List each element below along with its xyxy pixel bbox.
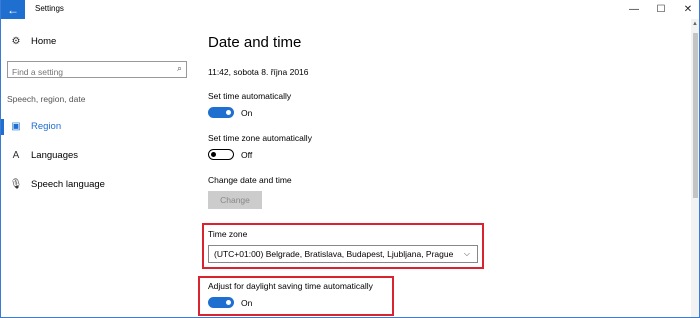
- active-indicator: [1, 119, 4, 135]
- settings-window: ← Settings — ☐ ✕ ⚙ Home ⌕ Speech, region…: [0, 0, 700, 318]
- set-time-auto-toggle-row[interactable]: On: [208, 107, 252, 118]
- time-zone-value: (UTC+01:00) Belgrade, Bratislava, Budape…: [214, 249, 454, 259]
- scroll-up-icon[interactable]: ▲: [692, 21, 698, 27]
- toggle-state: On: [241, 297, 253, 308]
- main-content: Date and time 11:42, sobota 8. října 201…: [198, 19, 688, 317]
- change-datetime-label: Change date and time: [208, 175, 292, 185]
- scroll-thumb[interactable]: [693, 33, 698, 198]
- minimize-button[interactable]: —: [619, 0, 649, 19]
- time-zone-dropdown[interactable]: (UTC+01:00) Belgrade, Bratislava, Budape…: [208, 245, 478, 263]
- sidebar-item-label: Region: [31, 121, 62, 132]
- back-button[interactable]: ←: [1, 0, 25, 19]
- sidebar-item-label: Languages: [31, 150, 79, 161]
- set-timezone-auto-toggle[interactable]: [208, 149, 234, 160]
- sidebar-item-label: Home: [31, 36, 57, 47]
- search-input[interactable]: [8, 64, 158, 80]
- dst-auto-toggle[interactable]: [208, 297, 234, 308]
- search-field[interactable]: ⌕: [7, 61, 187, 80]
- sidebar: ⚙ Home ⌕ Speech, region, date ▣ Region A…: [1, 19, 201, 317]
- set-time-auto-toggle[interactable]: [208, 107, 234, 118]
- current-datetime: 11:42, sobota 8. října 2016: [208, 67, 309, 77]
- search-icon[interactable]: ⌕: [177, 63, 182, 74]
- close-icon: ✕: [683, 4, 693, 15]
- close-button[interactable]: ✕: [673, 0, 699, 19]
- microphone-icon: 🎙: [9, 179, 23, 190]
- set-timezone-auto-label: Set time zone automatically: [208, 133, 312, 143]
- set-timezone-auto-toggle-row[interactable]: Off: [208, 149, 252, 160]
- page-title: Date and time: [208, 34, 302, 51]
- sidebar-item-languages[interactable]: A Languages: [9, 150, 78, 161]
- window-title: Settings: [35, 4, 64, 13]
- dst-auto-label: Adjust for daylight saving time automati…: [208, 281, 373, 291]
- minimize-icon: —: [629, 4, 639, 15]
- gear-icon: ⚙: [11, 36, 21, 47]
- maximize-icon: ☐: [656, 4, 666, 15]
- scrollbar[interactable]: ▲: [691, 19, 699, 317]
- dst-auto-toggle-row[interactable]: On: [208, 297, 252, 308]
- sidebar-item-speech-language[interactable]: 🎙 Speech language: [9, 179, 105, 190]
- section-heading: Speech, region, date: [7, 94, 86, 104]
- languages-icon: A: [12, 150, 20, 161]
- region-icon: ▣: [11, 121, 21, 132]
- toggle-state: Off: [241, 149, 253, 160]
- maximize-button[interactable]: ☐: [646, 0, 676, 19]
- set-time-auto-label: Set time automatically: [208, 91, 292, 101]
- change-button[interactable]: Change: [208, 191, 262, 209]
- time-zone-label: Time zone: [208, 229, 248, 239]
- sidebar-item-region[interactable]: ▣ Region: [9, 121, 61, 132]
- sidebar-item-home[interactable]: ⚙ Home: [9, 36, 57, 47]
- title-bar: ← Settings — ☐ ✕: [1, 0, 699, 19]
- sidebar-item-label: Speech language: [31, 179, 105, 190]
- back-arrow-icon: ←: [7, 2, 19, 17]
- toggle-state: On: [241, 107, 253, 118]
- chevron-down-icon: ⌵: [463, 249, 470, 258]
